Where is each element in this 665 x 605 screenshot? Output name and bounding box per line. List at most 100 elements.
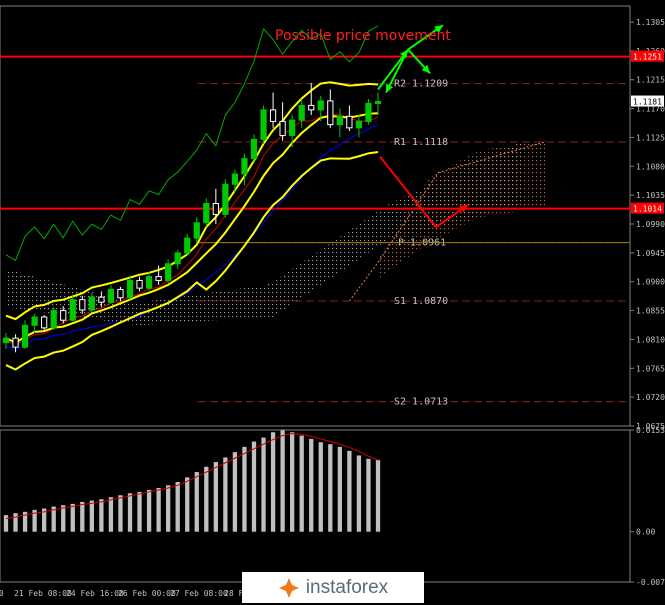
histogram-bar (137, 491, 142, 532)
histogram-bar (261, 437, 266, 532)
histogram-bar (80, 501, 85, 532)
candle-body (374, 101, 382, 104)
histogram-bar (270, 432, 276, 532)
candle-body (279, 120, 286, 137)
histogram-bar (318, 442, 323, 532)
pivot-label: R2 1.1209 (394, 79, 448, 90)
candle-body (12, 337, 19, 348)
histogram-bar (290, 432, 295, 532)
hist-tick-label: 0.00 (636, 528, 655, 537)
histogram-bar (366, 458, 371, 532)
histogram-bar (70, 503, 75, 532)
histogram-bar (242, 446, 247, 532)
candle-body (346, 115, 353, 129)
histogram-bar (251, 441, 257, 532)
candle-body (107, 288, 115, 303)
histogram-bar (337, 446, 342, 532)
candle-body (126, 279, 134, 299)
histogram-bar (156, 487, 161, 532)
histogram-bar (118, 495, 123, 532)
candle-body (184, 237, 191, 254)
support-price-label: 1.1014 (633, 205, 662, 214)
y-tick-label: 1.0720 (636, 393, 665, 402)
y-tick-label: 1.1125 (636, 133, 665, 142)
candle-body (327, 100, 334, 126)
candle-body (98, 296, 105, 303)
resistance-price-label: 1.1251 (633, 53, 662, 62)
histogram-bar (328, 444, 333, 532)
candle-body (174, 252, 181, 265)
hist-tick-label: 0.01534 (636, 426, 665, 435)
candle-body (298, 104, 305, 121)
candle-body (260, 109, 267, 140)
y-tick-label: 1.1080 (636, 162, 665, 171)
x-tick-label: 21 Feb 08:00 (14, 589, 72, 598)
candle-body (79, 299, 86, 311)
candle-body (231, 173, 239, 185)
x-tick-label: 26 Feb 00:00 (118, 589, 176, 598)
y-tick-label: 1.0990 (636, 220, 665, 229)
candle-body (145, 276, 153, 289)
x-tick-label: 27 Feb 08:00 (170, 589, 228, 598)
histogram-bar (213, 462, 218, 532)
y-tick-label: 1.1215 (636, 76, 665, 85)
histogram-bar (223, 457, 228, 532)
candle-body (212, 202, 219, 215)
candle-body (193, 222, 200, 239)
candle-body (60, 310, 67, 321)
instaforex-logo-icon (278, 577, 300, 599)
y-tick-label: 1.1035 (636, 191, 665, 200)
histogram-frame (0, 429, 631, 583)
histogram-bar (166, 485, 171, 532)
candle-body (41, 316, 48, 329)
histogram-bar (108, 497, 114, 532)
current-price-label: 1.1181 (633, 98, 662, 107)
x-tick-label: 00 (0, 589, 4, 598)
candle-body (88, 296, 95, 311)
candle-body (355, 120, 363, 129)
histogram-bar (375, 460, 381, 532)
pivot-label: S1 1.0870 (394, 296, 448, 307)
histogram-bar (309, 438, 314, 532)
candle-body (2, 337, 10, 344)
histogram-bar (3, 515, 9, 532)
histogram-bar (99, 499, 104, 532)
y-tick-label: 1.0765 (636, 364, 665, 373)
x-tick-label: 24 Feb 16:00 (66, 589, 124, 598)
candle-body (365, 102, 372, 122)
instaforex-logo[interactable]: instaforex (242, 572, 424, 603)
main-plot-frame (0, 5, 631, 427)
histogram-bar (127, 493, 133, 532)
histogram-bar (204, 466, 209, 532)
histogram-bar (347, 450, 352, 532)
logo-text: instaforex (305, 576, 389, 598)
candle-body (31, 316, 38, 326)
histogram-bar (185, 477, 190, 532)
histogram-bar (232, 452, 238, 532)
y-tick-label: 1.0945 (636, 249, 665, 258)
chikou-green-line (5, 25, 379, 262)
candle-body (21, 324, 29, 348)
y-tick-label: 1.0855 (636, 307, 665, 316)
y-tick-label: 1.0900 (636, 278, 665, 287)
candle-body (269, 109, 277, 122)
candle-body (50, 310, 57, 329)
candle-body (250, 138, 258, 160)
histogram-bar (194, 472, 199, 532)
candle-body (336, 115, 343, 126)
candle-body (136, 279, 143, 289)
y-tick-label: 1.0810 (636, 335, 665, 344)
histogram-bar (146, 489, 152, 532)
candle-body (165, 263, 172, 281)
pivot-label: R1 1.1118 (394, 137, 448, 148)
pivot-label: S2 1.0713 (394, 397, 448, 408)
histogram-bar (280, 430, 285, 532)
histogram-bar (61, 505, 66, 532)
candle-body (317, 100, 324, 111)
forex-chart: 1.13051.12601.12151.11701.11251.10801.10… (0, 5, 665, 598)
candle-body (155, 276, 162, 281)
histogram-bar (175, 481, 180, 532)
y-tick-label: 1.1305 (636, 18, 665, 27)
histogram-bar (356, 455, 362, 532)
candle-body (241, 158, 248, 175)
